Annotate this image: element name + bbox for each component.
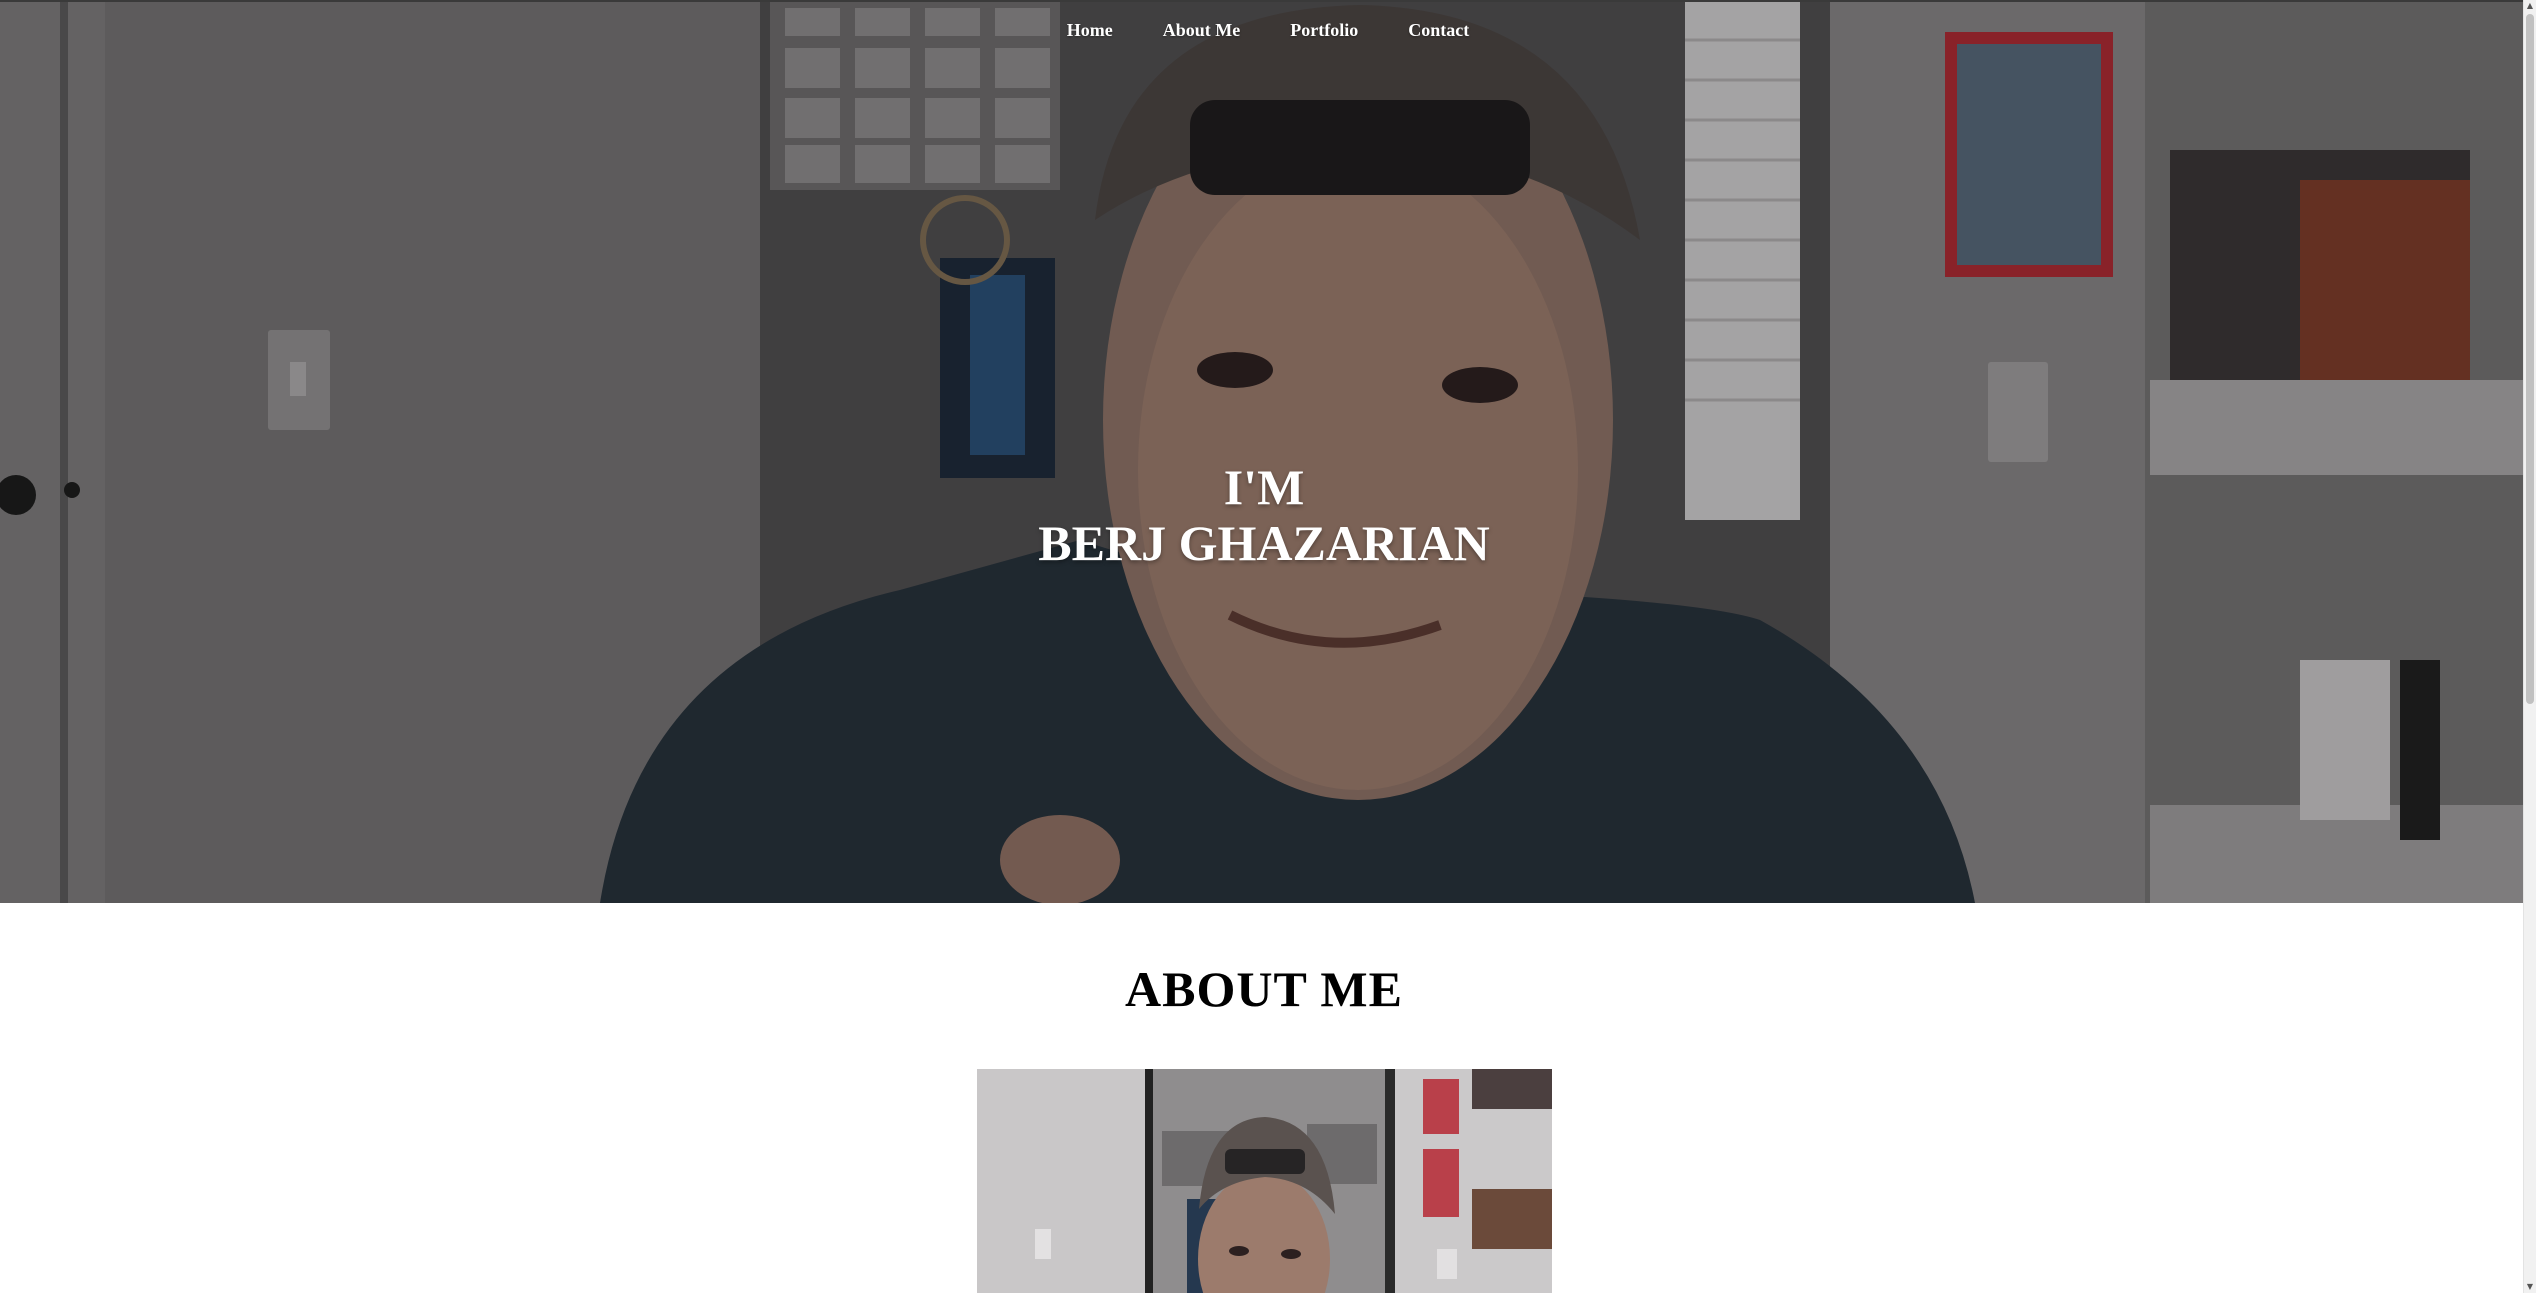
hero-title: I'M BERJ GHAZARIAN xyxy=(0,459,2528,571)
arrow-up-icon[interactable]: ▲ xyxy=(2524,0,2536,12)
hero-title-line1: I'M xyxy=(1223,458,1305,515)
arrow-down-icon[interactable]: ▼ xyxy=(2524,1281,2536,1293)
nav-contact-link[interactable]: Contact xyxy=(1383,20,1494,41)
about-heading: ABOUT ME xyxy=(1125,961,1403,1017)
hero-section: Home About Me Portfolio Contact I'M BERJ… xyxy=(0,0,2536,903)
nav-home-link[interactable]: Home xyxy=(1042,20,1138,41)
hero-dark-overlay xyxy=(0,0,2536,903)
about-profile-photo xyxy=(977,1069,1552,1293)
page: Home About Me Portfolio Contact I'M BERJ… xyxy=(0,0,2536,1293)
scrollbar-thumb[interactable] xyxy=(2526,14,2534,704)
nav-about-link[interactable]: About Me xyxy=(1138,20,1266,41)
page-scrollbar[interactable]: ▲ ▼ xyxy=(2523,0,2536,1293)
top-border xyxy=(0,0,2536,2)
hero-title-line2: BERJ GHAZARIAN xyxy=(1038,514,1490,571)
nav-portfolio-link[interactable]: Portfolio xyxy=(1265,20,1383,41)
main-navigation: Home About Me Portfolio Contact xyxy=(0,20,2536,41)
